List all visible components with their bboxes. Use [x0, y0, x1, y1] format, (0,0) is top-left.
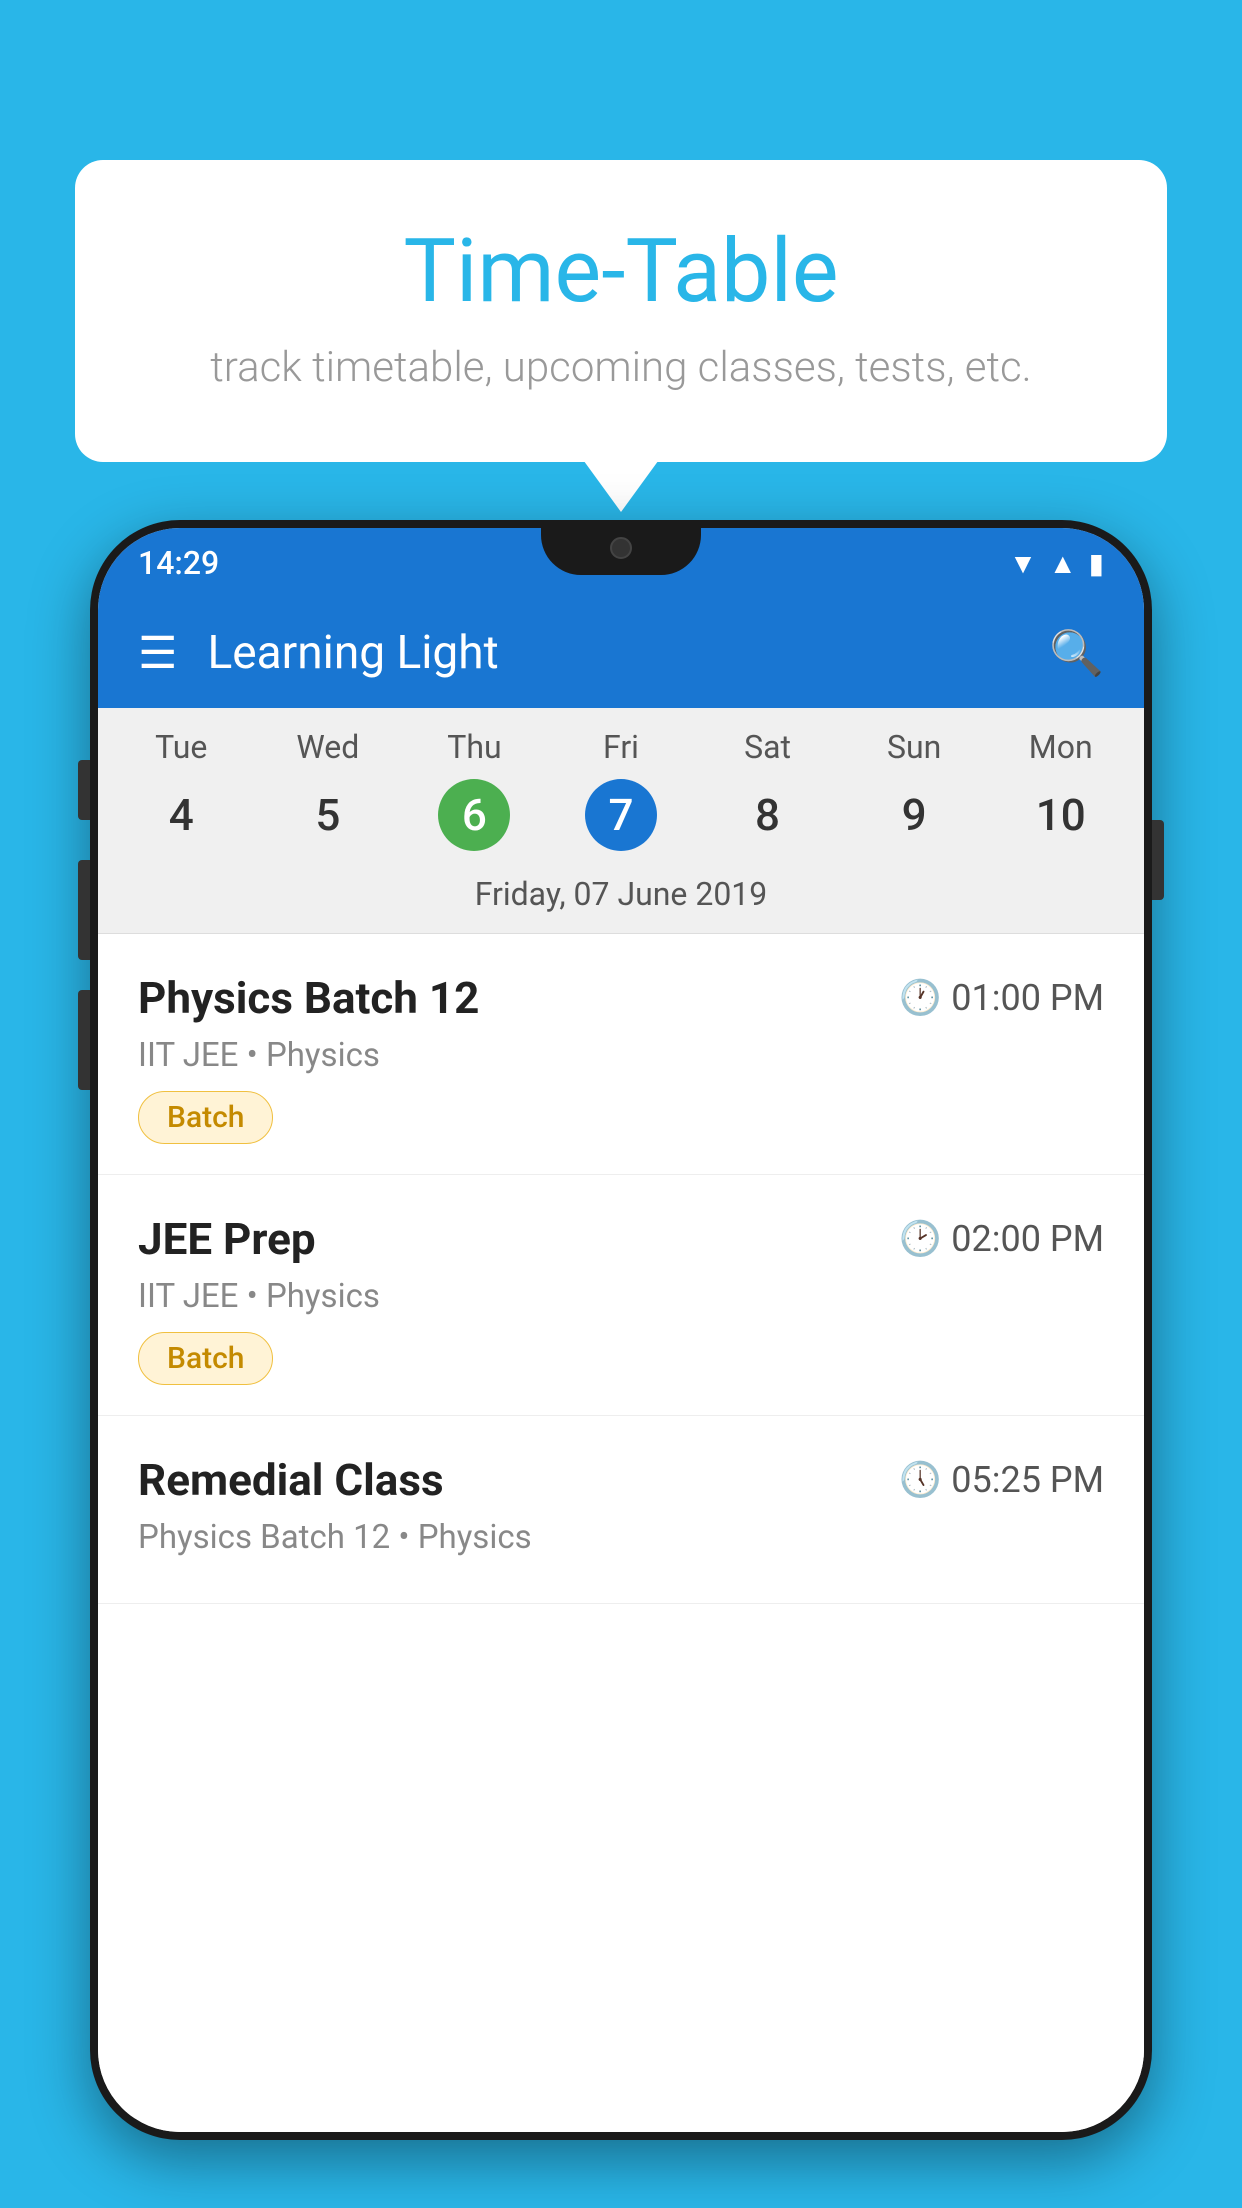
- volume-down-button: [78, 860, 90, 960]
- day-name-sat: Sat: [694, 728, 841, 766]
- schedule-item-header-2: JEE Prep 🕑 02:00 PM: [138, 1213, 1104, 1265]
- schedule-item-physics-batch-12[interactable]: Physics Batch 12 🕐 01:00 PM IIT JEE • Ph…: [98, 934, 1144, 1175]
- calendar-strip: Tue Wed Thu Fri Sat Sun Mon 4 5 6 7 8 9 …: [98, 708, 1144, 934]
- day-name-tue: Tue: [108, 728, 255, 766]
- status-icons: ▼ ▲ ▮: [1009, 547, 1104, 580]
- day-name-thu: Thu: [401, 728, 548, 766]
- signal-icon: ▲: [1049, 547, 1077, 580]
- schedule-item-jee-prep[interactable]: JEE Prep 🕑 02:00 PM IIT JEE • Physics Ba…: [98, 1175, 1144, 1416]
- day-name-sun: Sun: [841, 728, 988, 766]
- selected-date-label: Friday, 07 June 2019: [98, 867, 1144, 934]
- notch: [541, 520, 701, 575]
- day-6-today[interactable]: 6: [438, 779, 510, 851]
- item-time-1: 🕐 01:00 PM: [899, 977, 1104, 1019]
- speech-bubble: Time-Table track timetable, upcoming cla…: [75, 160, 1167, 462]
- batch-tag-2: Batch: [138, 1332, 273, 1385]
- day-name-wed: Wed: [255, 728, 402, 766]
- menu-icon[interactable]: ☰: [138, 627, 177, 679]
- schedule-item-remedial[interactable]: Remedial Class 🕔 05:25 PM Physics Batch …: [98, 1416, 1144, 1604]
- batch-tag-1: Batch: [138, 1091, 273, 1144]
- clock-icon-3: 🕔: [899, 1460, 941, 1500]
- clock-icon-1: 🕐: [899, 978, 941, 1018]
- item-subtitle-2: IIT JEE • Physics: [138, 1277, 1104, 1316]
- day-name-fri: Fri: [548, 728, 695, 766]
- day-numbers-row: 4 5 6 7 8 9 10: [98, 771, 1144, 867]
- bubble-subtitle: track timetable, upcoming classes, tests…: [125, 343, 1117, 392]
- schedule-item-header-1: Physics Batch 12 🕐 01:00 PM: [138, 972, 1104, 1024]
- day-names-row: Tue Wed Thu Fri Sat Sun Mon: [98, 708, 1144, 771]
- schedule-item-header-3: Remedial Class 🕔 05:25 PM: [138, 1454, 1104, 1506]
- day-7-selected[interactable]: 7: [585, 779, 657, 851]
- item-time-2: 🕑 02:00 PM: [899, 1218, 1104, 1260]
- phone-frame: 14:29 ▼ ▲ ▮ ☰ Learning Light 🔍 Tue Wed T…: [90, 520, 1152, 2140]
- item-time-3: 🕔 05:25 PM: [899, 1459, 1104, 1501]
- power-button: [1152, 820, 1164, 900]
- app-bar: ☰ Learning Light 🔍: [98, 598, 1144, 708]
- schedule-list: Physics Batch 12 🕐 01:00 PM IIT JEE • Ph…: [98, 934, 1144, 2132]
- item-title-3: Remedial Class: [138, 1454, 444, 1506]
- front-camera: [610, 537, 632, 559]
- day-9[interactable]: 9: [841, 779, 988, 851]
- item-title-1: Physics Batch 12: [138, 972, 479, 1024]
- day-name-mon: Mon: [987, 728, 1134, 766]
- search-icon[interactable]: 🔍: [1049, 627, 1104, 679]
- item-subtitle-1: IIT JEE • Physics: [138, 1036, 1104, 1075]
- day-5[interactable]: 5: [255, 779, 402, 851]
- day-10[interactable]: 10: [987, 779, 1134, 851]
- day-8[interactable]: 8: [694, 779, 841, 851]
- silent-button: [78, 990, 90, 1090]
- phone-container: 14:29 ▼ ▲ ▮ ☰ Learning Light 🔍 Tue Wed T…: [90, 520, 1152, 2208]
- clock-icon-2: 🕑: [899, 1219, 941, 1259]
- app-title: Learning Light: [207, 626, 1049, 680]
- day-4[interactable]: 4: [108, 779, 255, 851]
- bubble-title: Time-Table: [125, 220, 1117, 323]
- item-title-2: JEE Prep: [138, 1213, 316, 1265]
- volume-up-button: [78, 760, 90, 820]
- wifi-icon: ▼: [1009, 547, 1037, 580]
- screen: 14:29 ▼ ▲ ▮ ☰ Learning Light 🔍 Tue Wed T…: [98, 528, 1144, 2132]
- status-time: 14:29: [138, 544, 219, 582]
- battery-icon: ▮: [1089, 547, 1104, 580]
- item-subtitle-3: Physics Batch 12 • Physics: [138, 1518, 1104, 1557]
